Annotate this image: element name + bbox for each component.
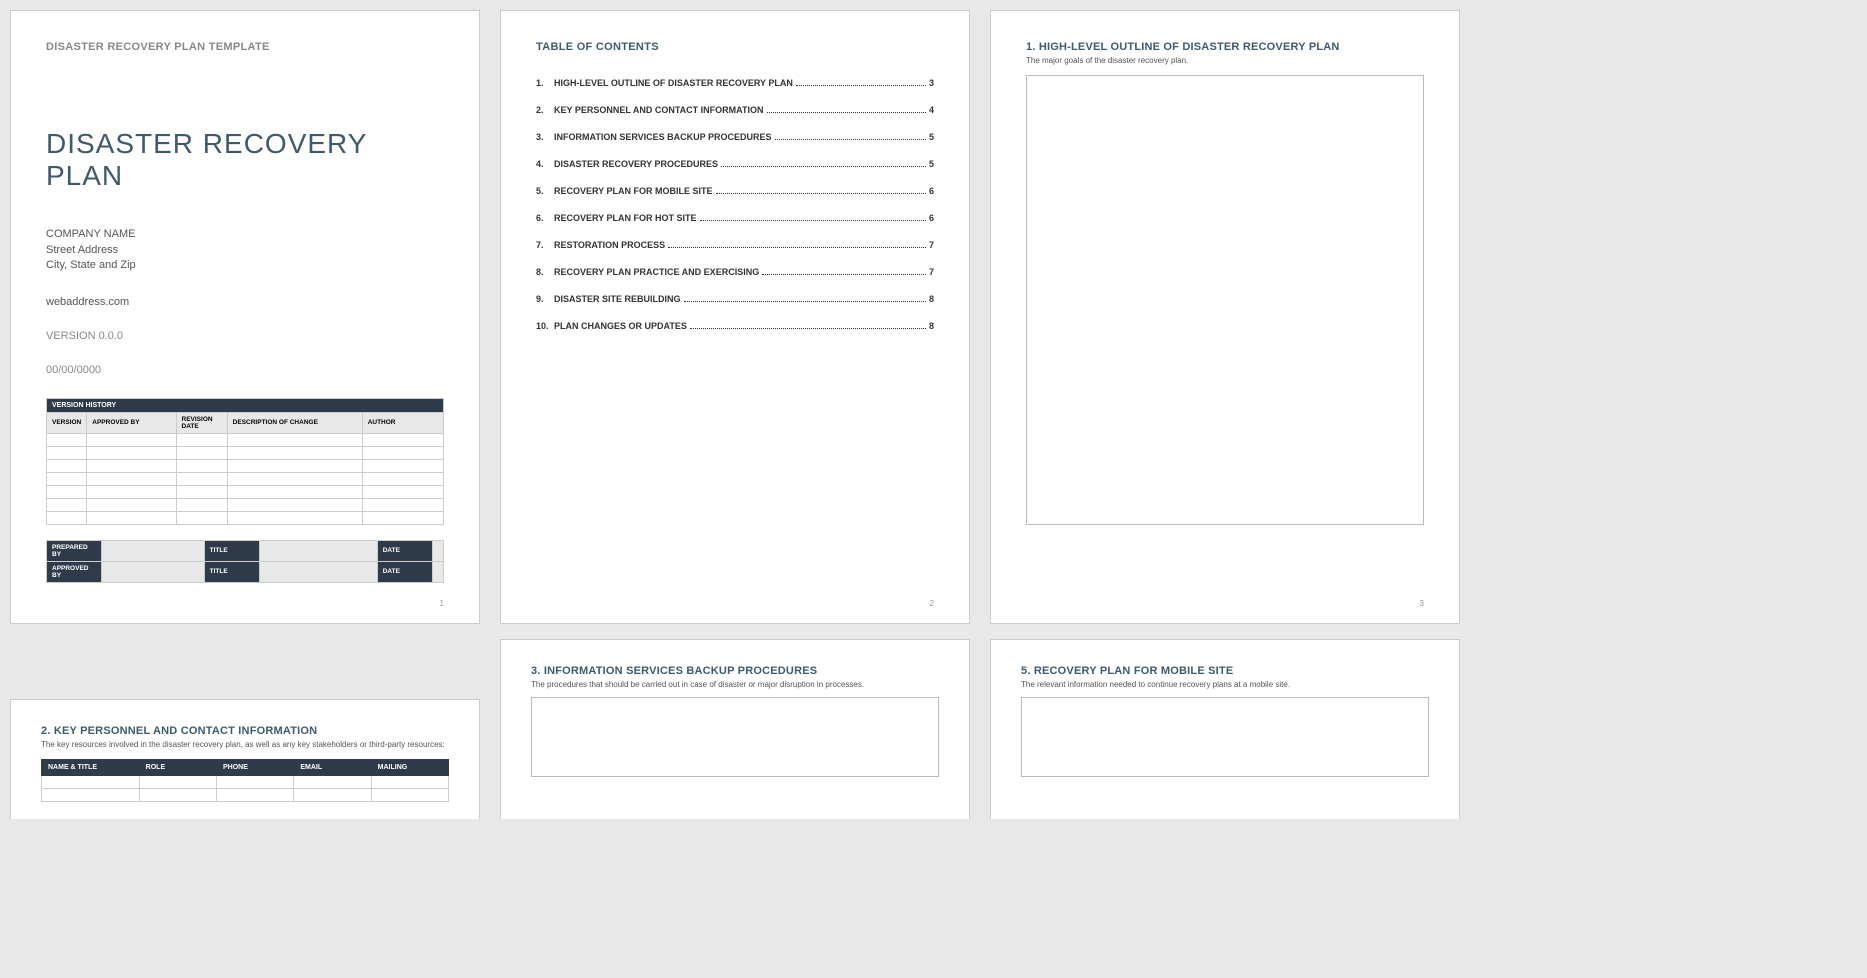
section-desc: The procedures that should be carried ou… bbox=[531, 680, 939, 689]
page-2: TABLE OF CONTENTS 1.HIGH-LEVEL OUTLINE O… bbox=[500, 10, 970, 624]
web-address: webaddress.com bbox=[46, 296, 444, 308]
col-role: ROLE bbox=[139, 759, 216, 775]
date-text: 00/00/0000 bbox=[46, 364, 444, 376]
table-row bbox=[47, 433, 444, 446]
title-label-2: TITLE bbox=[204, 561, 259, 582]
version-history-table: VERSION HISTORY VERSION APPROVED BY REVI… bbox=[46, 398, 444, 525]
content-box bbox=[1021, 697, 1429, 777]
section-desc: The relevant information needed to conti… bbox=[1021, 680, 1429, 689]
table-row bbox=[47, 511, 444, 524]
page-5: 3. INFORMATION SERVICES BACKUP PROCEDURE… bbox=[500, 639, 970, 819]
toc-item: 1.HIGH-LEVEL OUTLINE OF DISASTER RECOVER… bbox=[536, 78, 934, 88]
toc-item: 5.RECOVERY PLAN FOR MOBILE SITE6 bbox=[536, 186, 934, 196]
page-3: 1. HIGH-LEVEL OUTLINE OF DISASTER RECOVE… bbox=[990, 10, 1460, 624]
toc-item: 4.DISASTER RECOVERY PROCEDURES5 bbox=[536, 159, 934, 169]
street-address: Street Address bbox=[46, 243, 444, 258]
section-desc: The major goals of the disaster recovery… bbox=[1026, 56, 1424, 65]
city-state-zip: City, State and Zip bbox=[46, 258, 444, 273]
toc-item: 3.INFORMATION SERVICES BACKUP PROCEDURES… bbox=[536, 132, 934, 142]
version-text: VERSION 0.0.0 bbox=[46, 330, 444, 342]
section-heading: 2. KEY PERSONNEL AND CONTACT INFORMATION bbox=[41, 725, 449, 737]
content-box bbox=[1026, 75, 1424, 525]
col-version: VERSION bbox=[47, 412, 87, 433]
col-revision-date: REVISION DATE bbox=[176, 412, 227, 433]
page-1: DISASTER RECOVERY PLAN TEMPLATE DISASTER… bbox=[10, 10, 480, 624]
col-approved-by: APPROVED BY bbox=[87, 412, 176, 433]
toc-title: TABLE OF CONTENTS bbox=[536, 41, 934, 53]
table-row bbox=[47, 498, 444, 511]
section-heading: 5. RECOVERY PLAN FOR MOBILE SITE bbox=[1021, 665, 1429, 677]
table-row bbox=[47, 485, 444, 498]
col-phone: PHONE bbox=[217, 759, 294, 775]
table-row bbox=[47, 459, 444, 472]
table-row bbox=[42, 775, 449, 788]
company-info: COMPANY NAME Street Address City, State … bbox=[46, 227, 444, 273]
company-name: COMPANY NAME bbox=[46, 227, 444, 242]
prepared-by-label: PREPARED BY bbox=[47, 540, 102, 561]
template-label: DISASTER RECOVERY PLAN TEMPLATE bbox=[46, 41, 444, 53]
page-number: 3 bbox=[1420, 599, 1424, 608]
version-history-header: VERSION HISTORY bbox=[47, 398, 444, 412]
section-desc: The key resources involved in the disast… bbox=[41, 740, 449, 749]
signoff-table: PREPARED BY TITLE DATE APPROVED BY TITLE… bbox=[46, 540, 444, 583]
date-label: DATE bbox=[377, 540, 432, 561]
content-box bbox=[531, 697, 939, 777]
document-title: DISASTER RECOVERY PLAN bbox=[46, 128, 444, 192]
toc-item: 7.RESTORATION PROCESS7 bbox=[536, 240, 934, 250]
toc-item: 6.RECOVERY PLAN FOR HOT SITE6 bbox=[536, 213, 934, 223]
col-description: DESCRIPTION OF CHANGE bbox=[227, 412, 362, 433]
page-4: 2. KEY PERSONNEL AND CONTACT INFORMATION… bbox=[10, 699, 480, 819]
title-label: TITLE bbox=[204, 540, 259, 561]
toc-item: 2.KEY PERSONNEL AND CONTACT INFORMATION4 bbox=[536, 105, 934, 115]
toc-item: 10.PLAN CHANGES OR UPDATES8 bbox=[536, 321, 934, 331]
personnel-table: NAME & TITLE ROLE PHONE EMAIL MAILING bbox=[41, 759, 449, 802]
page-number: 2 bbox=[930, 599, 934, 608]
table-row bbox=[47, 472, 444, 485]
page-6: 5. RECOVERY PLAN FOR MOBILE SITE The rel… bbox=[990, 639, 1460, 819]
col-author: AUTHOR bbox=[362, 412, 443, 433]
toc-item: 9.DISASTER SITE REBUILDING8 bbox=[536, 294, 934, 304]
date-label-2: DATE bbox=[377, 561, 432, 582]
toc-item: 8.RECOVERY PLAN PRACTICE AND EXERCISING7 bbox=[536, 267, 934, 277]
col-mailing: MAILING bbox=[371, 759, 448, 775]
table-row bbox=[42, 788, 449, 801]
section-heading: 1. HIGH-LEVEL OUTLINE OF DISASTER RECOVE… bbox=[1026, 41, 1424, 53]
col-email: EMAIL bbox=[294, 759, 371, 775]
page-number: 1 bbox=[440, 599, 444, 608]
table-row bbox=[47, 446, 444, 459]
approved-by-label: APPROVED BY bbox=[47, 561, 102, 582]
section-heading: 3. INFORMATION SERVICES BACKUP PROCEDURE… bbox=[531, 665, 939, 677]
col-name-title: NAME & TITLE bbox=[42, 759, 140, 775]
